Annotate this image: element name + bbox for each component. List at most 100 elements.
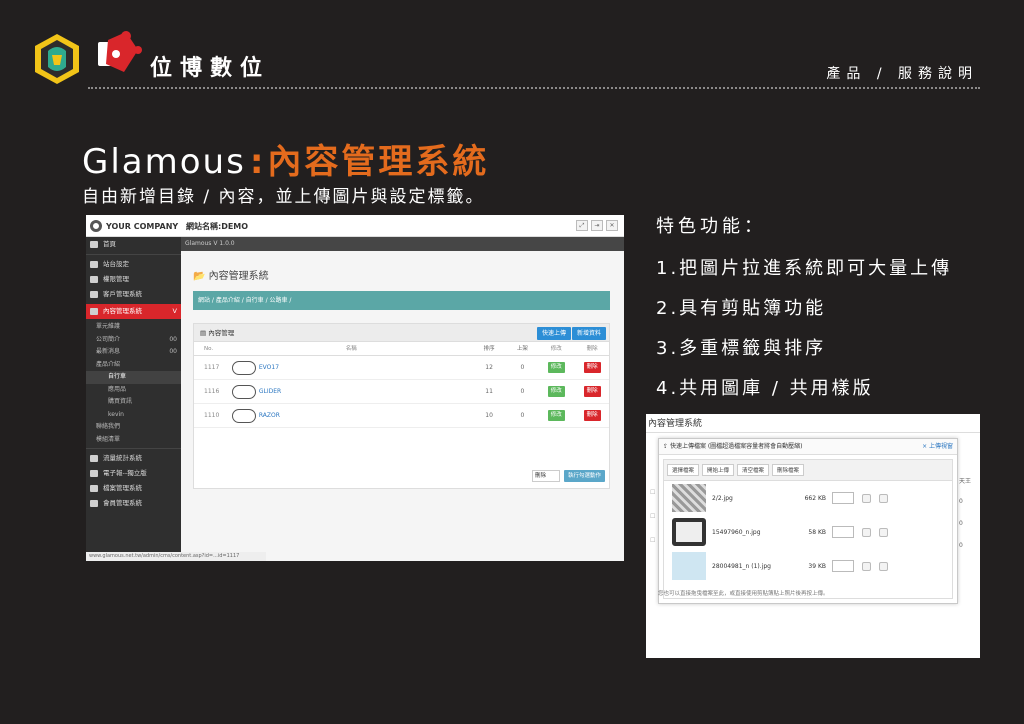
remove-icon[interactable] <box>879 561 888 571</box>
sidebar-divider <box>86 254 181 255</box>
sidebar-sub-item[interactable]: 聯絡我們 <box>86 421 181 434</box>
sidebar-item-label: 內容管理系統 <box>103 307 142 315</box>
file-size: 39 KB <box>808 562 826 570</box>
feature-item: 4.共用圖庫 / 共用樣版 <box>656 378 874 399</box>
breadcrumb[interactable]: 網站 / 產品介紹 / 自行車 / 公路車 / <box>193 291 610 310</box>
bicycle-thumbnail <box>231 408 256 423</box>
sidebar-item-site-settings[interactable]: 站台設定 <box>86 257 181 272</box>
sidebar-item-label: 流量統計系統 <box>103 454 142 462</box>
remove-icon[interactable] <box>879 527 888 537</box>
edit-button[interactable]: 修改 <box>547 410 565 421</box>
sidebar-sub-item[interactable]: 單元維護 <box>86 321 181 334</box>
modal-close-button[interactable]: × 上傳視窗 <box>922 439 953 455</box>
feature-heading: 特色功能： <box>656 216 766 237</box>
clear-files-button[interactable]: 清空檔案 <box>737 464 770 476</box>
col-online: 上架 <box>516 346 528 352</box>
arrows-icon <box>90 276 98 283</box>
row-no[interactable]: 1110 <box>194 404 232 428</box>
file-tag-input[interactable] <box>832 492 854 504</box>
execute-button[interactable]: 執行勾選動作 <box>563 470 605 482</box>
feature-item: 3.多重標籤與排序 <box>656 338 827 359</box>
remove-icon[interactable] <box>879 493 888 503</box>
monitor-icon <box>90 261 98 268</box>
chart-icon <box>90 455 98 462</box>
header-nav-link[interactable]: 產品 / 服務說明 <box>826 63 978 83</box>
row-name[interactable]: GLIDER <box>231 380 471 404</box>
edit-button[interactable]: 修改 <box>547 386 565 397</box>
sidebar-item-traffic[interactable]: 流量統計系統 <box>86 451 181 466</box>
start-upload-button[interactable]: 開始上傳 <box>702 464 735 476</box>
bulk-action-select[interactable]: 刪除 <box>531 470 560 482</box>
checkbox-icon[interactable]: ☐ <box>650 489 655 513</box>
delete-button[interactable]: 刪除 <box>583 410 601 421</box>
sidebar-sub-item[interactable]: 公司簡介 00 <box>86 334 181 347</box>
new-content-button[interactable]: 新增資料 <box>571 327 606 340</box>
row-name-text: EVO17 <box>258 363 280 371</box>
select-files-button[interactable]: 選擇檔案 <box>667 464 700 476</box>
sidebar-item-newsletter[interactable]: 電子報--獨立版 <box>86 466 181 481</box>
sidebar-sub-label: 最新消息 <box>96 348 121 355</box>
col-edit: 修改 <box>550 346 562 352</box>
delete-button[interactable]: 刪除 <box>583 362 601 373</box>
row-no[interactable]: 1117 <box>194 356 232 380</box>
admin-topbar: YOUR COMPANY 網站名稱:DEMO ⤢ ⇥ ✕ <box>86 215 624 237</box>
company-name: YOUR COMPANY <box>106 221 179 231</box>
bulk-actions: 刪除 執行勾選動作 <box>531 470 605 482</box>
col-delete: 刪除 <box>586 346 598 352</box>
settings-icon[interactable] <box>862 527 871 537</box>
edit-icon <box>90 308 98 315</box>
folder-icon <box>90 485 98 492</box>
file-tag-input[interactable] <box>832 526 854 538</box>
background-cell: 天王 <box>959 478 972 485</box>
background-title: 內容管理系統 <box>648 419 703 429</box>
feature-item: 2.具有剪貼簿功能 <box>656 298 827 319</box>
sidebar-item-members[interactable]: 會員管理系統 <box>86 496 181 511</box>
sidebar-sub-item-active[interactable]: 自行車 <box>86 371 181 384</box>
sidebar-sub-item[interactable]: kevin <box>86 409 181 422</box>
sidebar-item-label: 客戶管理系統 <box>103 290 142 298</box>
file-name: 15497960_n.jpg <box>712 528 761 536</box>
upload-modal: ⇪ 快速上傳檔案 (圖檔超過檔案容量者將會自動壓縮) × 上傳視窗 選擇檔案 開… <box>658 438 958 604</box>
users-icon <box>90 500 98 507</box>
content-heading-text: 內容管理系統 <box>208 271 269 282</box>
row-name[interactable]: RAZOR <box>231 404 471 428</box>
col-no: No. <box>204 346 214 352</box>
delete-button[interactable]: 刪除 <box>583 386 601 397</box>
row-no[interactable]: 1116 <box>194 380 232 404</box>
sidebar-item-label: 首頁 <box>103 240 116 248</box>
sidebar-sub-item[interactable]: 產品介紹 <box>86 359 181 372</box>
sidebar-item-home[interactable]: 首頁 <box>86 237 181 252</box>
lion-logo-icon <box>34 33 80 85</box>
upload-icon: ⇪ <box>663 443 670 450</box>
admin-brand: YOUR COMPANY <box>86 215 181 237</box>
edit-button[interactable]: 修改 <box>547 362 565 373</box>
sidebar-item-permissions[interactable]: 權限管理 <box>86 272 181 287</box>
row-name-text: RAZOR <box>258 411 280 419</box>
row-online: 0 <box>520 387 525 395</box>
checkbox-icon[interactable]: ☐ <box>650 513 655 537</box>
file-tag-input[interactable] <box>832 560 854 572</box>
sidebar-item-customers[interactable]: 客戶管理系統 <box>86 287 181 302</box>
site-name: 網站名稱:DEMO <box>186 222 249 231</box>
row-sort: 11 <box>485 387 493 395</box>
close-icon[interactable]: ✕ <box>606 220 618 231</box>
delete-files-button[interactable]: 刪除檔案 <box>772 464 805 476</box>
sidebar-item-cms[interactable]: 內容管理系統 V <box>86 304 181 319</box>
bicycle-thumbnail <box>231 384 256 399</box>
admin-main: 📂 內容管理系統 網站 / 產品介紹 / 自行車 / 公路車 / ▤ 內容管理 … <box>181 251 624 561</box>
settings-icon[interactable] <box>862 561 871 571</box>
sidebar-sub-item[interactable]: 應用品 <box>86 384 181 397</box>
sidebar-item-files[interactable]: 檔案管理系統 <box>86 481 181 496</box>
feature-item: 1.把圖片拉進系統即可大量上傳 <box>656 258 953 279</box>
logout-icon[interactable]: ⇥ <box>591 220 603 231</box>
sidebar-sub-item[interactable]: 購買資訊 <box>86 396 181 409</box>
quick-upload-button[interactable]: 快速上傳 <box>536 327 571 340</box>
sidebar-sub-item[interactable]: 模組清單 <box>86 434 181 447</box>
checkbox-icon[interactable]: ☐ <box>650 537 655 561</box>
sidebar-sub-item[interactable]: 最新消息 00 <box>86 346 181 359</box>
settings-icon[interactable] <box>862 493 871 503</box>
upload-area[interactable]: 選擇檔案 開始上傳 清空檔案 刪除檔案 2/2.jpg 662 KB 15497… <box>663 459 953 599</box>
fullscreen-icon[interactable]: ⤢ <box>576 220 588 231</box>
row-name-text: GLIDER <box>258 387 282 395</box>
row-name[interactable]: EVO17 <box>231 356 471 380</box>
